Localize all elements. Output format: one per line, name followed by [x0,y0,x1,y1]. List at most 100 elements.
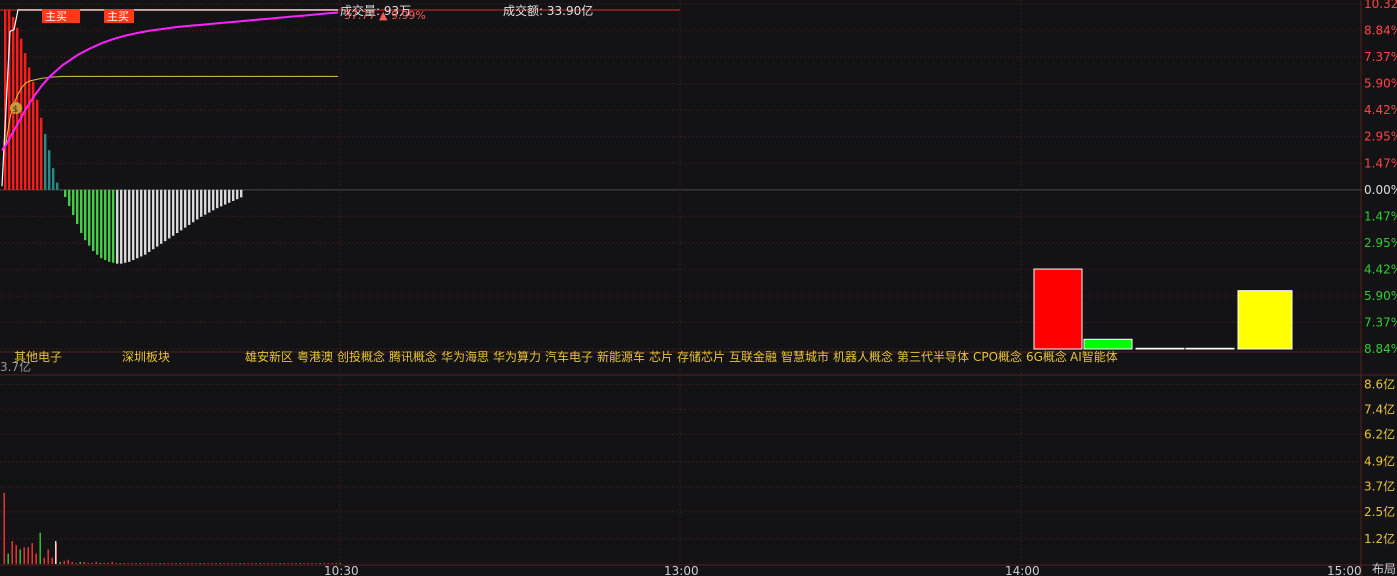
sector-label[interactable]: 新能源车 [597,349,645,364]
volume-bar [175,563,177,564]
sector-label[interactable]: 深圳板块 [122,350,170,364]
volume-bar [291,563,293,564]
sector-strength-bar [1033,268,1083,350]
volume-bar [295,563,297,564]
volume-bar [171,563,173,564]
sector-label[interactable]: 芯片 [649,350,673,364]
volume-bar [303,563,305,564]
volume-bar [299,563,301,564]
flow-bar [52,168,55,190]
sector-label[interactable]: 雄安新区 [245,349,293,364]
amount-label: 成交额: 33.90亿 [503,3,593,18]
flow-bar [164,189,167,242]
sector-strength-bar [1185,347,1235,350]
flow-bar [204,189,207,215]
flow-bar [56,182,59,190]
sector-label[interactable]: 汽车电子 [545,349,593,364]
volume-bar [283,563,285,564]
y-tick-label: 1.47% [1364,209,1397,223]
layout-button[interactable]: 布局 [1372,562,1396,576]
flow-bar [220,189,223,207]
flow-bar [240,189,243,198]
volume-y-tick-label: 3.7亿 [1364,479,1395,494]
flow-bar [64,189,67,198]
volume-bar [75,562,77,564]
y-tick-label: 4.42% [1364,262,1397,276]
flow-bar [128,189,131,262]
sector-strength-bar [1135,347,1185,350]
flow-bar [216,189,219,209]
volume-bar [179,563,181,564]
volume-bar [59,561,61,564]
sector-label[interactable]: 华为海思 [441,349,489,364]
sector-label[interactable]: AI智能体 [1070,349,1118,364]
flow-bar [232,189,235,201]
sector-label[interactable]: 腾讯概念 [389,349,437,364]
sector-label[interactable]: 粤港澳 [297,349,333,364]
flow-bar [60,189,63,191]
volume-bar [247,563,249,564]
y-tick-label: 2.95% [1364,130,1397,144]
flow-bar [96,189,99,255]
volume-bar [167,563,169,564]
volume-bar [211,563,213,564]
volume-bar [207,563,209,564]
flow-bar [124,189,127,263]
flow-bar [92,189,95,252]
sector-label[interactable]: 第三代半导体 [897,350,969,364]
volume-bar [271,563,273,564]
y-tick-label: 8.84% [1364,342,1397,356]
volume-bar [279,563,281,564]
sector-label[interactable]: 6G概念 [1026,349,1067,364]
y-tick-label: 5.90% [1364,289,1397,303]
y-tick-label: 7.37% [1364,316,1397,330]
volume-bar [11,541,13,564]
volume-y-tick-label: 8.6亿 [1364,376,1395,391]
flow-bar [172,189,175,236]
volume-y-tick-label: 4.9亿 [1364,454,1395,469]
volume-bar [19,549,21,564]
y-tick-label: 1.47% [1364,156,1397,170]
flow-bar [208,189,211,213]
flow-bar [184,189,187,228]
volume-bar [275,563,277,564]
sector-label[interactable]: 互联金融 [729,349,777,364]
volume-bar [195,563,197,564]
y-tick-label: 10.32% [1364,0,1397,11]
volume-bar [119,563,121,564]
sector-label[interactable]: 创投概念 [337,349,385,364]
volume-bar [187,563,189,564]
volume-bar [183,563,185,564]
sector-label[interactable]: CPO概念 [973,349,1022,364]
sector-label[interactable]: 机器人概念 [833,349,893,364]
volume-bar [91,562,93,564]
volume-bar [307,563,309,564]
flow-bar [88,189,91,246]
badge-label: 主买 [107,10,129,23]
volume-bar [7,553,9,564]
y-tick-label: 2.95% [1364,236,1397,250]
volume-bar [231,563,233,564]
volume-bar [259,563,261,564]
x-tick-label: 13:00 [664,564,699,576]
sector-label[interactable]: 存储芯片 [677,349,725,364]
volume-bar [71,561,73,564]
volume-bar [155,563,157,564]
flow-bar [228,189,231,203]
volume-bar [311,563,313,564]
sector-label[interactable]: 华为算力 [493,349,541,364]
sector-label[interactable]: 智慧城市 [781,349,829,364]
sector-label[interactable]: 其他电子 [14,350,62,364]
flow-bar [40,117,43,190]
flow-bar [24,52,27,190]
flow-bar [196,189,199,220]
volume-y-tick-label: 1.2亿 [1364,531,1395,546]
volume-bar [203,563,205,564]
flow-bar [140,189,143,257]
y-tick-label: 5.90% [1364,77,1397,91]
volume-bar [27,547,29,564]
stock-chart: 10.32% 8.84% 7.37% 5.90% 4.42% 2.95% 1.47% 0.00… [0,0,1397,576]
volume-bar [251,563,253,564]
volume-bar [147,563,149,564]
volume-bar [255,563,257,564]
